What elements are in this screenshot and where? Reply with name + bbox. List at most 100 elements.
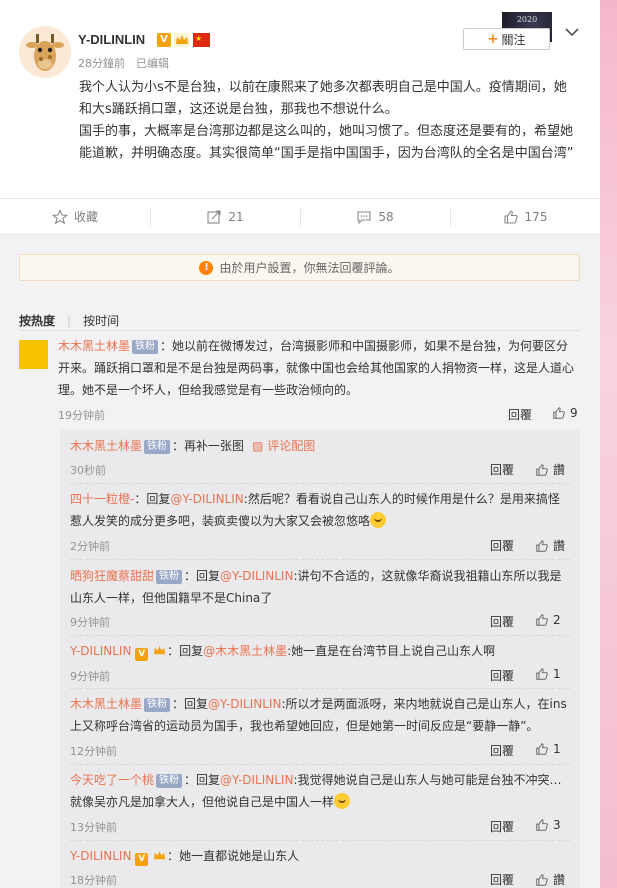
repost-count: 21 (228, 209, 244, 224)
post-username[interactable]: Y-DILINLIN (78, 32, 145, 47)
reply-like-button[interactable]: 讚 (535, 537, 565, 554)
crown-badge-icon (174, 33, 190, 47)
reply-text: 木木黑土林墨 铁粉 ：回复@Y-DILINLIN:所以才是两面派呀，来内地就说自己是… (70, 693, 570, 737)
like-count: 3 (553, 818, 561, 832)
reply-like-button[interactable]: 讚 (535, 461, 565, 478)
commenter-name[interactable]: 四十一粒橙- (70, 492, 134, 506)
reply-like-button[interactable]: 1 (535, 667, 561, 681)
thumbs-up-icon (536, 873, 548, 886)
reply-time: 12分钟前 (70, 745, 117, 758)
reply-time: 30秒前 (70, 464, 106, 477)
reply-like-button[interactable]: 2 (535, 613, 561, 627)
comment-restriction-notice: ! 由於用户設置，你無法回覆評論。 (19, 254, 580, 281)
reply-prefix: ：回复 (184, 569, 221, 583)
comment-avatar[interactable] (19, 340, 48, 369)
post-content: 我个人认为小s不是台独，以前在康熙来了她多次都表明自己是中国人。疫情期间，她和大… (79, 77, 579, 165)
thumbs-up-icon (553, 407, 565, 419)
reply-text: Y-DILINLIN V ：回复@木木黑土林墨:她一直是在台湾节目上说自己山东人… (70, 640, 570, 662)
comment-time: 19分钟前 (58, 409, 105, 422)
reply-body: ：再补一张图 (172, 439, 245, 453)
like-count: 1 (553, 667, 561, 681)
reply-prefix: ：回复 (184, 773, 221, 787)
comment-icon (357, 210, 371, 224)
like-count: 1 (553, 742, 561, 756)
comment-button[interactable]: 58 (300, 199, 450, 234)
china-flag-icon (193, 33, 210, 47)
edited-label: 已编辑 (136, 57, 169, 70)
reply-like-button[interactable]: 1 (535, 742, 561, 756)
reply-button[interactable]: 回覆 (490, 537, 514, 554)
commenter-name[interactable]: 晒狗狂魔蔡甜甜 (70, 569, 154, 583)
thumbs-up-icon (536, 743, 548, 755)
reply-button[interactable]: 回覆 (490, 667, 514, 684)
reply-body: :她一直是在台湾节目上说自己山东人啊 (287, 644, 496, 658)
sort-by-hot-tab[interactable]: 按热度 (19, 312, 55, 329)
follow-button[interactable]: + 關注 (463, 28, 550, 50)
repost-icon (207, 209, 221, 224)
like-label: 讚 (553, 463, 566, 477)
favorite-label: 收藏 (73, 210, 98, 224)
reply-time: 9分钟前 (70, 616, 110, 629)
reply-time: 13分钟前 (70, 821, 117, 834)
sort-by-time-tab[interactable]: 按时间 (83, 312, 119, 329)
reply-button[interactable]: 回覆 (490, 871, 514, 888)
fan-badge: 铁粉 (156, 774, 183, 788)
mention-link[interactable]: @Y-DILINLIN (220, 773, 293, 787)
commenter-name[interactable]: Y-DILINLIN (70, 849, 131, 863)
reply-like-button[interactable]: 讚 (535, 871, 565, 888)
reply-button[interactable]: 回覆 (490, 818, 514, 835)
decoration-text: 2020 (516, 15, 538, 24)
weibo-post-card: Y-DILINLIN V 28分鐘前 已编辑 2020 + 關注 我个人认为小s… (0, 0, 600, 888)
crown-badge-icon (154, 645, 166, 655)
divider (70, 764, 570, 765)
thumbs-up-icon (503, 209, 518, 224)
mention-link[interactable]: @Y-DILINLIN (208, 697, 281, 711)
reply-text: 木木黑土林墨铁粉：再补一张图评论配图 (70, 435, 570, 457)
plus-icon: + (487, 31, 499, 47)
star-icon (51, 208, 68, 224)
divider (70, 635, 570, 636)
page-background (600, 0, 617, 888)
commenter-name[interactable]: 今天吃了一个桃 (70, 773, 154, 787)
mention-link[interactable]: @木木黑土林墨 (203, 644, 287, 658)
fan-badge: 铁粉 (156, 570, 183, 584)
like-button[interactable]: 175 (450, 199, 600, 234)
commenter-name[interactable]: 木木黑土林墨 (70, 697, 142, 711)
comment-picture-link[interactable]: 评论配图 (252, 439, 315, 453)
post-paragraph-1: 我个人认为小s不是台独，以前在康熙来了她多次都表明自己是中国人。疫情期间，她和大… (79, 80, 567, 117)
thumbs-up-icon (536, 614, 548, 626)
post-timestamp[interactable]: 28分鐘前 (78, 55, 125, 71)
emoji-icon (370, 512, 387, 528)
user-avatar[interactable] (19, 26, 71, 78)
reply-like-button[interactable]: 3 (535, 818, 561, 832)
commenter-name[interactable]: 木木黑土林墨 (70, 439, 142, 453)
reply-body: ：她一直都说她是山东人 (167, 849, 300, 863)
fan-badge: 铁粉 (144, 698, 171, 712)
reply-text: Y-DILINLIN V ：她一直都说她是山东人 (70, 845, 570, 867)
mention-link[interactable]: @Y-DILINLIN (170, 492, 243, 506)
verified-badge-icon: V (135, 853, 149, 866)
reply-text: 今天吃了一个桃 铁粉 ：回复@Y-DILINLIN:我觉得她说自己是山东人与她可能是… (70, 769, 570, 813)
thumbs-up-icon (536, 539, 548, 552)
repost-button[interactable]: 21 (150, 199, 300, 234)
reply-prefix: ：回复 (134, 492, 171, 506)
giraffe-avatar-icon (19, 26, 71, 78)
chevron-down-icon[interactable] (564, 26, 580, 38)
commenter-name[interactable]: Y-DILINLIN (70, 644, 131, 658)
reply-button[interactable]: 回覆 (490, 461, 514, 478)
commenter-name[interactable]: 木木黑土林墨 (58, 339, 130, 353)
thumbs-up-icon (536, 668, 548, 680)
top-comment-text: 木木黑土林墨 铁粉 ：她以前在微博发过，台湾摄影师和中国摄影师，如果不是台独，为何要… (58, 335, 580, 401)
action-bar: 收藏 21 58 175 (0, 198, 600, 235)
divider (70, 840, 570, 841)
reply-button[interactable]: 回覆 (508, 406, 532, 423)
reply-time: 2分钟前 (70, 540, 110, 553)
reply-button[interactable]: 回覆 (490, 742, 514, 759)
post-paragraph-2: 国手的事，大概率是台湾那边都是这么叫的，她叫习惯了。但态度还是要有的，希望她能道… (79, 124, 574, 161)
like-count: 9 (570, 406, 578, 420)
favorite-button[interactable]: 收藏 (0, 199, 150, 234)
reply-time: 18分钟前 (70, 874, 117, 887)
comment-like-button[interactable]: 9 (552, 406, 578, 420)
reply-button[interactable]: 回覆 (490, 613, 514, 630)
mention-link[interactable]: @Y-DILINLIN (220, 569, 293, 583)
